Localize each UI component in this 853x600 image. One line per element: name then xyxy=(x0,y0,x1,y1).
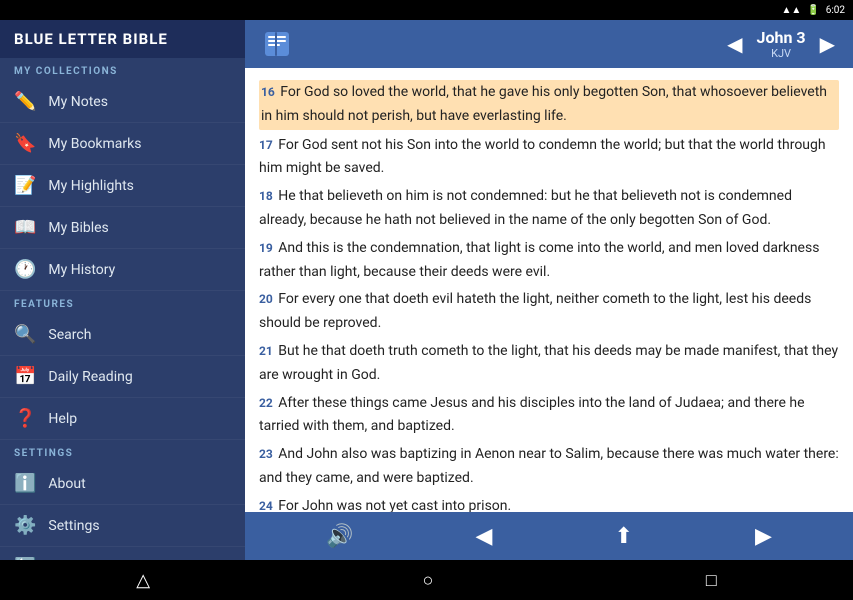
bible-text[interactable]: 16 For God so loved the world, that he g… xyxy=(245,68,853,512)
content-area: ◀ John 3 KJV ▶ 16 For God so loved the w… xyxy=(245,20,853,560)
wifi-icon: ▲▲ xyxy=(781,5,801,16)
verse-21: 21 But he that doeth truth cometh to the… xyxy=(259,340,839,388)
notes-label: My Notes xyxy=(48,94,108,110)
home-nav-button[interactable]: ○ xyxy=(423,570,434,591)
time-display: 6:02 xyxy=(826,5,845,16)
verse-16: 16 For God so loved the world, that he g… xyxy=(259,80,839,130)
bibles-label: My Bibles xyxy=(48,220,108,236)
recents-nav-button[interactable]: □ xyxy=(706,570,717,591)
status-bar: ▲▲ 🔋 6:02 xyxy=(0,0,853,20)
notes-icon: ✏️ xyxy=(14,91,36,112)
sidebar-item-backup[interactable]: 🔄 Backup/Restore xyxy=(0,547,245,560)
about-icon: ℹ️ xyxy=(14,473,36,494)
top-nav: ◀ John 3 KJV ▶ xyxy=(245,20,853,68)
bibles-icon: 📖 xyxy=(14,217,36,238)
about-label: About xyxy=(48,476,85,492)
history-label: My History xyxy=(48,262,115,278)
verse-19: 19 And this is the condemnation, that li… xyxy=(259,237,839,285)
sidebar-item-search[interactable]: 🔍 Search xyxy=(0,314,245,356)
sidebar: BLUE LETTER BIBLE MY COLLECTIONS ✏️ My N… xyxy=(0,20,245,560)
bible-version: KJV xyxy=(757,47,806,60)
verse-20: 20 For every one that doeth evil hateth … xyxy=(259,288,839,336)
verse-num-16: 16 xyxy=(261,85,275,99)
chapter-info: John 3 KJV xyxy=(757,28,806,60)
verse-17: 17 For God sent not his Son into the wor… xyxy=(259,134,839,182)
chapter-title: John 3 xyxy=(757,28,806,47)
battery-icon: 🔋 xyxy=(807,5,819,16)
search-label: Search xyxy=(48,327,91,343)
sidebar-item-history[interactable]: 🕐 My History xyxy=(0,249,245,291)
bottom-toolbar: 🔊 ◀ ⬆ ▶ xyxy=(245,512,853,560)
bookmarks-icon: 🔖 xyxy=(14,133,36,154)
settings-icon: ⚙️ xyxy=(14,515,36,536)
verse-text-16: For God so loved the world, that he gave… xyxy=(261,84,827,124)
sidebar-item-daily-reading[interactable]: 📅 Daily Reading xyxy=(0,356,245,398)
android-nav-bar: △ ○ □ xyxy=(0,560,853,600)
settings-section-label: SETTINGS xyxy=(0,440,245,463)
help-icon: ❓ xyxy=(14,408,36,429)
prev-chapter-button[interactable]: ◀ xyxy=(721,28,748,60)
history-icon: 🕐 xyxy=(14,259,36,280)
sidebar-item-bookmarks[interactable]: 🔖 My Bookmarks xyxy=(0,123,245,165)
bookmark-up-button[interactable]: ⬆ xyxy=(609,518,639,555)
app-body: BLUE LETTER BIBLE MY COLLECTIONS ✏️ My N… xyxy=(0,20,853,560)
bookmarks-label: My Bookmarks xyxy=(48,136,141,152)
forward-button[interactable]: ▶ xyxy=(749,518,778,555)
help-label: Help xyxy=(48,411,77,427)
verse-18: 18 He that believeth on him is not conde… xyxy=(259,185,839,233)
verse-23: 23 And John also was baptizing in Aenon … xyxy=(259,443,839,491)
sidebar-item-help[interactable]: ❓ Help xyxy=(0,398,245,440)
collections-section-label: MY COLLECTIONS xyxy=(0,58,245,81)
app-title: BLUE LETTER BIBLE xyxy=(0,20,245,58)
features-section-label: FEATURES xyxy=(0,291,245,314)
daily-reading-icon: 📅 xyxy=(14,366,36,387)
sidebar-item-about[interactable]: ℹ️ About xyxy=(0,463,245,505)
back-nav-button[interactable]: △ xyxy=(136,570,150,591)
sidebar-item-highlights[interactable]: 📝 My Highlights xyxy=(0,165,245,207)
chapter-navigation: ◀ John 3 KJV ▶ xyxy=(721,28,841,60)
speak-button[interactable]: 🔊 xyxy=(320,518,359,555)
sidebar-item-settings[interactable]: ⚙️ Settings xyxy=(0,505,245,547)
highlights-icon: 📝 xyxy=(14,175,36,196)
settings-label: Settings xyxy=(48,518,99,534)
verse-24: 24 For John was not yet cast into prison… xyxy=(259,495,839,512)
search-icon: 🔍 xyxy=(14,324,36,345)
highlights-label: My Highlights xyxy=(48,178,133,194)
next-chapter-button[interactable]: ▶ xyxy=(814,28,841,60)
verse-22: 22 After these things came Jesus and his… xyxy=(259,392,839,440)
book-logo[interactable] xyxy=(257,24,297,64)
back-button[interactable]: ◀ xyxy=(470,518,499,555)
sidebar-item-bibles[interactable]: 📖 My Bibles xyxy=(0,207,245,249)
sidebar-item-notes[interactable]: ✏️ My Notes xyxy=(0,81,245,123)
daily-reading-label: Daily Reading xyxy=(48,369,132,385)
